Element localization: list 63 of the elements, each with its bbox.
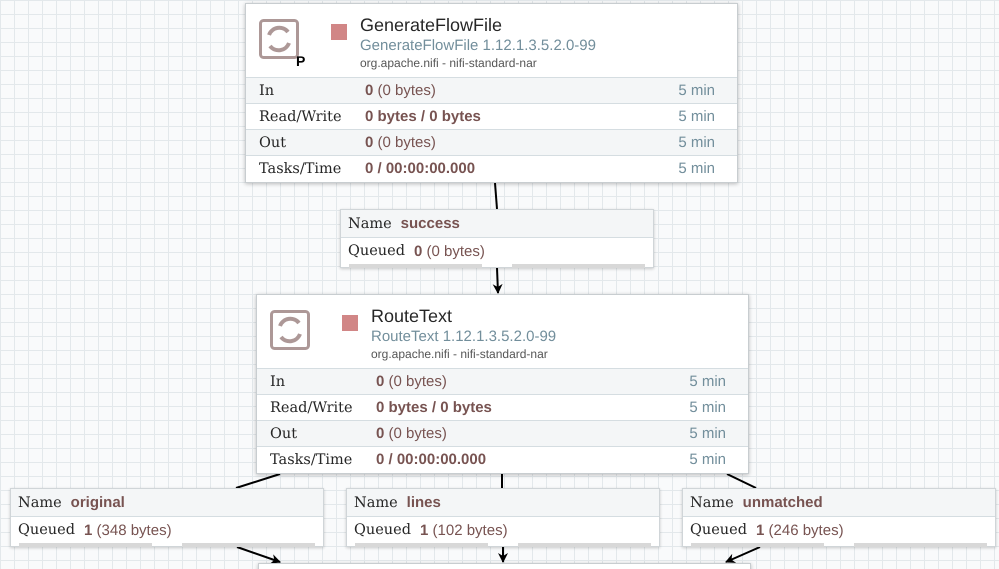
stat-value: 0 bytes / 0 bytes [376,399,493,416]
processor-type: RouteText 1.12.1.3.5.2.0-99 [371,327,556,346]
connection-label[interactable]: Name original Queued 1 (348 bytes) [10,488,324,547]
processor-card[interactable] [245,3,738,183]
connection-line [501,474,503,488]
connection-name: success [400,215,460,232]
processor-type: GenerateFlowFile 1.12.1.3.5.2.0-99 [360,36,596,55]
stat-label: Out [259,134,288,150]
stat-label: Out [270,426,298,442]
connection-line [726,473,756,489]
connection-arrow [498,547,508,563]
connection-line [236,473,280,489]
queued-label: Queued [18,522,76,538]
queued-label: Queued [690,522,748,538]
stat-value: 0 bytes / 0 bytes [365,108,482,125]
stat-label: Tasks/Time [270,452,354,468]
stat-label: Tasks/Time [259,160,342,176]
connection-arrow [236,546,281,564]
stat-window: 5 min [678,160,715,177]
stat-label: In [270,374,286,390]
stat-value: 0 / 00:00:00.000 [365,160,476,177]
stat-window: 5 min [678,108,715,125]
name-label: Name [690,494,734,510]
connection-arrow [492,268,503,294]
queued-label: Queued [348,243,406,259]
queued-label: Queued [354,522,412,538]
processor-card[interactable]: RouteText RouteText 1.12.1.3.5.2.0-99 org.apache.nifi - nifi-standard-nar In 0 (0 bytes) 5 min Read/Write 0 bytes / 0 bytes 5 min Out 0 (0 bytes) 5 min Tasks/Time 0 / 00:00:00.000 5 min [256,294,749,474]
stat-window: 5 min [689,451,726,468]
connection-name: lines [406,494,441,511]
stat-value: 0 / 00:00:00.000 [376,451,488,468]
processor-bundle: org.apache.nifi - nifi-standard-nar [360,55,538,72]
connection-name: original [70,494,125,511]
stat-value: 0 (0 bytes) [365,134,437,151]
stat-value: 0 (0 bytes) [376,425,448,442]
connection-label[interactable]: Name success Queued 0 (0 bytes) [340,209,654,268]
primary-node-label: P [296,54,306,68]
stat-value: 0 (0 bytes) [376,373,448,390]
connection-arrow [725,546,760,563]
name-label: Name [348,216,392,232]
stat-label: Read/Write [270,400,354,416]
queued-value: 1 (102 bytes) [420,522,508,538]
processor-name: GenerateFlowFile [360,14,504,36]
processor-icon [259,19,299,59]
queued-value: 1 (348 bytes) [84,522,172,538]
stat-value: 0 (0 bytes) [365,82,437,99]
connection-line [494,182,498,210]
stat-window: 5 min [689,425,726,442]
stat-label: In [259,82,276,98]
stat-window: 5 min [689,373,726,390]
name-label: Name [18,494,62,510]
processor-bundle: org.apache.nifi - nifi-standard-nar [371,346,549,363]
processor-icon [270,310,310,350]
connection-label[interactable]: Name unmatched Queued 1 (246 bytes) [682,488,996,547]
connection-name: unmatched [742,494,823,511]
stat-window: 5 min [678,82,715,99]
queued-value: 1 (246 bytes) [756,522,844,538]
stat-label: Read/Write [259,108,343,124]
processor-name: RouteText [371,305,454,327]
name-label: Name [354,494,398,510]
queued-value: 0 (0 bytes) [414,242,485,260]
stat-window: 5 min [689,399,726,416]
stat-window: 5 min [678,134,715,151]
connection-label[interactable]: Name lines Queued 1 (102 bytes) [346,488,660,547]
